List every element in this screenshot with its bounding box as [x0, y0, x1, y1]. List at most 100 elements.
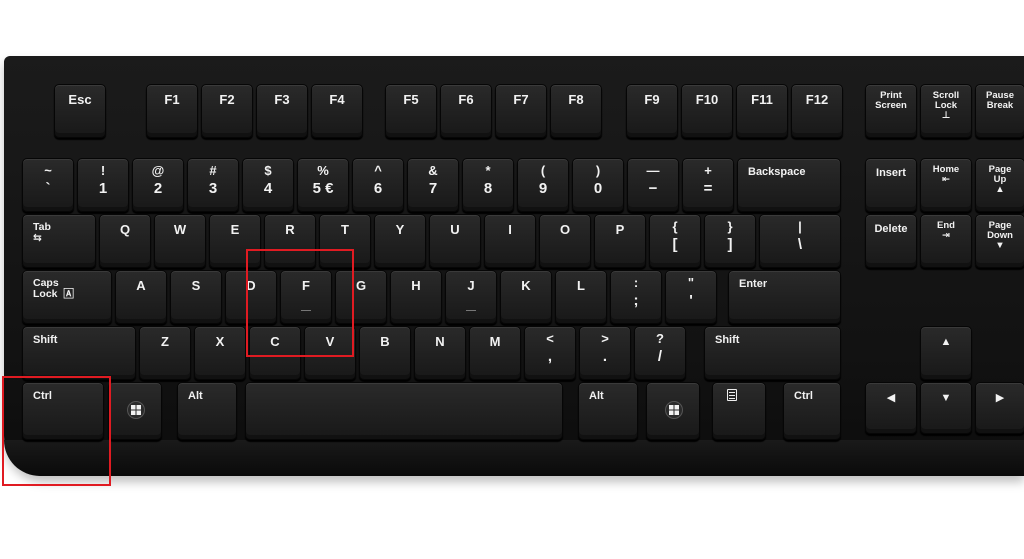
- key-k[interactable]: K: [500, 270, 552, 324]
- key-m[interactable]: M: [469, 326, 521, 380]
- key-insert[interactable]: Insert: [865, 158, 917, 212]
- key-r[interactable]: R: [264, 214, 316, 268]
- key-label: =: [703, 180, 713, 197]
- key-scroll-lock[interactable]: Scroll Lock ⊥: [920, 84, 972, 138]
- key-menu[interactable]: [712, 382, 766, 440]
- key-right-ctrl[interactable]: Ctrl: [783, 382, 841, 440]
- key-c[interactable]: C: [249, 326, 301, 380]
- key-backslash[interactable]: | \: [759, 214, 841, 268]
- key-f6[interactable]: F6: [440, 84, 492, 138]
- key-l[interactable]: L: [555, 270, 607, 324]
- key-e[interactable]: E: [209, 214, 261, 268]
- key-label-shifted: #: [209, 163, 217, 178]
- key-arrow-left[interactable]: ◀: [865, 382, 917, 434]
- key-f11[interactable]: F11: [736, 84, 788, 138]
- key-f12[interactable]: F12: [791, 84, 843, 138]
- key-print-screen[interactable]: Print Screen: [865, 84, 917, 138]
- key-9[interactable]: (9: [517, 158, 569, 212]
- key-label-shifted: ~: [44, 163, 52, 178]
- key-right-win[interactable]: [646, 382, 700, 440]
- key-5[interactable]: % 5 €: [297, 158, 349, 212]
- key-i[interactable]: I: [484, 214, 536, 268]
- key-3[interactable]: #3: [187, 158, 239, 212]
- key-f8[interactable]: F8: [550, 84, 602, 138]
- key-j[interactable]: J: [445, 270, 497, 324]
- key-o[interactable]: O: [539, 214, 591, 268]
- key-arrow-down[interactable]: ▼: [920, 382, 972, 434]
- key-f9[interactable]: F9: [626, 84, 678, 138]
- key-x[interactable]: X: [194, 326, 246, 380]
- key-f[interactable]: F: [280, 270, 332, 324]
- key-label: Alt: [188, 390, 203, 402]
- key-s[interactable]: S: [170, 270, 222, 324]
- key-z[interactable]: Z: [139, 326, 191, 380]
- key-comma[interactable]: <,: [524, 326, 576, 380]
- key-f1[interactable]: F1: [146, 84, 198, 138]
- key-t[interactable]: T: [319, 214, 371, 268]
- key-minus[interactable]: — −: [627, 158, 679, 212]
- key-tilde[interactable]: ~ `: [22, 158, 74, 212]
- key-left-ctrl[interactable]: Ctrl: [22, 382, 104, 440]
- key-equals[interactable]: + =: [682, 158, 734, 212]
- key-end[interactable]: End ⇥: [920, 214, 972, 268]
- key-label: ◀: [886, 392, 896, 404]
- key-f5[interactable]: F5: [385, 84, 437, 138]
- key-q[interactable]: Q: [99, 214, 151, 268]
- key-right-alt[interactable]: Alt: [578, 382, 638, 440]
- key-1[interactable]: ! 1: [77, 158, 129, 212]
- key-page-up[interactable]: Page Up ▲: [975, 158, 1024, 212]
- key-left-shift[interactable]: Shift: [22, 326, 136, 380]
- key-f7[interactable]: F7: [495, 84, 547, 138]
- key-label: ,: [547, 348, 553, 365]
- key-label: \: [797, 236, 803, 253]
- key-d[interactable]: D: [225, 270, 277, 324]
- key-g[interactable]: G: [335, 270, 387, 324]
- key-semicolon[interactable]: :;: [610, 270, 662, 324]
- key-arrow-up[interactable]: ▲: [920, 326, 972, 380]
- key-period[interactable]: >.: [579, 326, 631, 380]
- key-lbracket[interactable]: {[: [649, 214, 701, 268]
- key-label: H: [411, 278, 421, 293]
- key-left-win[interactable]: [108, 382, 162, 440]
- key-arrow-right[interactable]: ▶: [975, 382, 1024, 434]
- key-6[interactable]: ^ 6: [352, 158, 404, 212]
- key-slash[interactable]: ? /: [634, 326, 686, 380]
- key-page-down[interactable]: Page Down ▼: [975, 214, 1024, 268]
- key-f4[interactable]: F4: [311, 84, 363, 138]
- key-8[interactable]: * 8: [462, 158, 514, 212]
- key-7[interactable]: & 7: [407, 158, 459, 212]
- key-space[interactable]: [245, 382, 563, 440]
- key-delete[interactable]: Delete: [865, 214, 917, 268]
- key-left-alt[interactable]: Alt: [177, 382, 237, 440]
- key-a[interactable]: A: [115, 270, 167, 324]
- key-enter[interactable]: Enter: [728, 270, 841, 324]
- key-w[interactable]: W: [154, 214, 206, 268]
- key-y[interactable]: Y: [374, 214, 426, 268]
- key-4[interactable]: $4: [242, 158, 294, 212]
- key-f3[interactable]: F3: [256, 84, 308, 138]
- key-b[interactable]: B: [359, 326, 411, 380]
- key-2[interactable]: @2: [132, 158, 184, 212]
- key-esc[interactable]: Esc: [54, 84, 106, 138]
- key-u[interactable]: U: [429, 214, 481, 268]
- key-h[interactable]: H: [390, 270, 442, 324]
- key-label: M: [489, 334, 501, 349]
- key-v[interactable]: V: [304, 326, 356, 380]
- key-pause-break[interactable]: Pause Break: [975, 84, 1024, 138]
- key-label: F6: [458, 92, 474, 107]
- key-tab[interactable]: Tab ⇆: [22, 214, 96, 268]
- key-right-shift[interactable]: Shift: [704, 326, 841, 380]
- key-f10[interactable]: F10: [681, 84, 733, 138]
- key-quote[interactable]: " ': [665, 270, 717, 324]
- key-p[interactable]: P: [594, 214, 646, 268]
- key-backspace[interactable]: Backspace: [737, 158, 841, 212]
- key-label-shifted: !: [100, 163, 106, 178]
- key-label-shifted: (: [540, 163, 546, 178]
- key-home[interactable]: Home ⇤: [920, 158, 972, 212]
- key-caps-lock[interactable]: Caps Lock 🄰: [22, 270, 112, 324]
- key-f2[interactable]: F2: [201, 84, 253, 138]
- key-rbracket[interactable]: }]: [704, 214, 756, 268]
- key-0[interactable]: ) 0: [572, 158, 624, 212]
- key-label: F10: [695, 92, 719, 107]
- key-n[interactable]: N: [414, 326, 466, 380]
